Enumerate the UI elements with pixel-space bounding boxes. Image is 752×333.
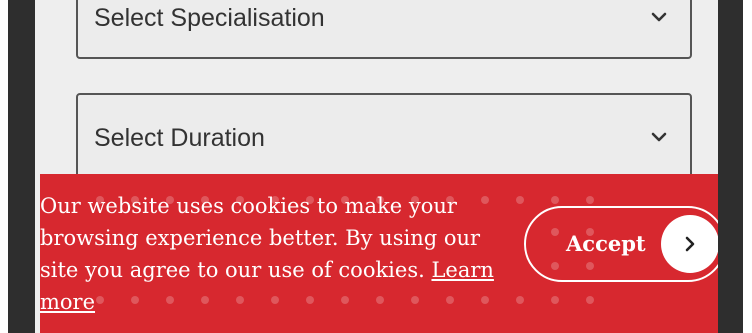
specialisation-select-label: Select Specialisation (94, 4, 325, 32)
chevron-down-icon (651, 12, 667, 22)
device-bezel-left (8, 0, 35, 333)
chevron-right-icon (685, 236, 695, 252)
duration-select[interactable]: Select Duration (76, 93, 692, 180)
chevron-down-icon (651, 132, 667, 142)
cookie-message-text: Our website uses cookies to make your br… (40, 194, 481, 282)
cookie-banner: Our website uses cookies to make your br… (40, 174, 718, 333)
accept-button-label: Accept (566, 231, 646, 256)
duration-select-label: Select Duration (94, 124, 265, 152)
mobile-screen: Select Specialisation Select Duration Ou… (35, 0, 718, 333)
accept-button[interactable]: Accept (524, 206, 718, 282)
phone-frame: Select Specialisation Select Duration Ou… (0, 0, 752, 333)
cookie-message: Our website uses cookies to make your br… (40, 190, 522, 318)
accept-arrow-circle (661, 215, 718, 273)
device-bezel-right (718, 0, 743, 333)
specialisation-select[interactable]: Select Specialisation (76, 0, 692, 59)
